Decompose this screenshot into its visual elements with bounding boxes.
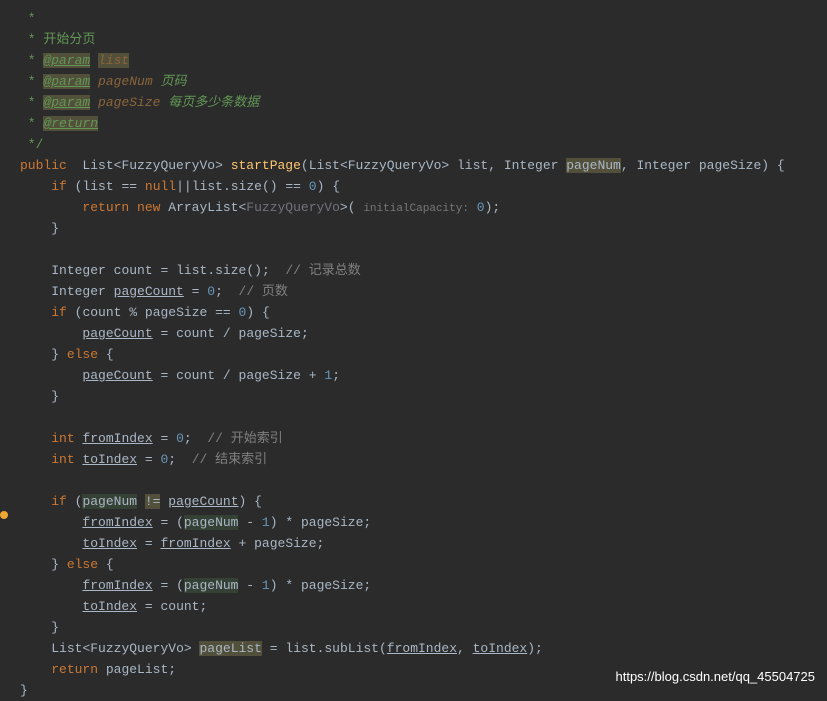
code-line: if (pageNum != pageCount) { (20, 491, 827, 512)
num-zero: 0 (309, 179, 317, 194)
code-line: int toIndex = 0; // 结束索引 (20, 449, 827, 470)
kw-return: return (82, 200, 129, 215)
code-line: int fromIndex = 0; // 开始索引 (20, 428, 827, 449)
doc-param-name: list (98, 53, 129, 68)
code-line: Integer pageCount = 0; // 页数 (20, 281, 827, 302)
comment: // 记录总数 (285, 263, 360, 278)
code-line: } else { (20, 554, 827, 575)
doc-tag-param: @param (43, 53, 90, 68)
blank-line (20, 239, 827, 260)
code-line: fromIndex = (pageNum - 1) * pageSize; (20, 575, 827, 596)
doc-line: * @param list (20, 50, 827, 71)
doc-line: * @param pageSize 每页多少条数据 (20, 92, 827, 113)
doc-star: * (20, 11, 36, 26)
comment: // 开始索引 (207, 431, 282, 446)
doc-tag-param: @param (43, 74, 90, 89)
doc-tag-param: @param (43, 95, 90, 110)
code-line: } (20, 617, 827, 638)
code-line: toIndex = count; (20, 596, 827, 617)
code-line: return new ArrayList<FuzzyQueryVo>( init… (20, 197, 827, 218)
code-line: fromIndex = (pageNum - 1) * pageSize; (20, 512, 827, 533)
call-sublist: subList (324, 641, 379, 656)
type-fuzzy: FuzzyQueryVo (348, 158, 442, 173)
kw-public: public (20, 158, 67, 173)
var-fromindex: fromIndex (82, 431, 152, 446)
type-integer: Integer (504, 158, 559, 173)
doc-line: * (20, 8, 827, 29)
doc-desc: * 开始分页 (20, 32, 95, 47)
doc-line: * @param pageNum 页码 (20, 71, 827, 92)
code-line: Integer count = list.size(); // 记录总数 (20, 260, 827, 281)
doc-param-desc: 页码 (153, 74, 187, 89)
watermark-text: https://blog.csdn.net/qq_45504725 (616, 666, 816, 687)
op-neq: != (145, 494, 161, 509)
comment: // 结束索引 (192, 452, 267, 467)
num-one: 1 (324, 368, 332, 383)
var-pagelist: pageList (199, 641, 261, 656)
doc-param-name: pageSize (98, 95, 160, 110)
code-line: pageCount = count / pageSize + 1; (20, 365, 827, 386)
doc-line: */ (20, 134, 827, 155)
doc-tag-return: @return (43, 116, 98, 131)
kw-new: new (137, 200, 160, 215)
type-fuzzy: FuzzyQueryVo (246, 200, 340, 215)
doc-end: */ (20, 137, 43, 152)
kw-if: if (51, 179, 67, 194)
type-arraylist: ArrayList (168, 200, 238, 215)
var-pagecount: pageCount (114, 284, 184, 299)
param-list: list (457, 158, 488, 173)
doc-param-name: pageNum (98, 74, 153, 89)
method-signature: public List<FuzzyQueryVo> startPage(List… (20, 155, 827, 176)
param-hint: initialCapacity: (363, 203, 469, 215)
kw-null: null (145, 179, 176, 194)
param-pagesize: pageSize (699, 158, 761, 173)
type-list: List (82, 158, 113, 173)
kw-else: else (67, 347, 98, 362)
code-editor[interactable]: * * 开始分页 * @param list * @param pageNum … (0, 0, 827, 701)
gutter-warning-icon[interactable] (0, 511, 8, 519)
kw-int: int (51, 431, 74, 446)
doc-line: * @return (20, 113, 827, 134)
code-line: } else { (20, 344, 827, 365)
comment: // 页数 (239, 284, 288, 299)
type-fuzzy: FuzzyQueryVo (121, 158, 215, 173)
doc-line: * 开始分页 (20, 29, 827, 50)
method-name: startPage (231, 158, 301, 173)
blank-line (20, 407, 827, 428)
code-line: } (20, 386, 827, 407)
code-line: if (list == null||list.size() == 0) { (20, 176, 827, 197)
code-line: } (20, 218, 827, 239)
code-line: pageCount = count / pageSize; (20, 323, 827, 344)
type-integer: Integer (636, 158, 691, 173)
code-line: if (count % pageSize == 0) { (20, 302, 827, 323)
blank-line (20, 470, 827, 491)
type-list: List (309, 158, 340, 173)
var-count: count (114, 263, 153, 278)
code-line: List<FuzzyQueryVo> pageList = list.subLi… (20, 638, 827, 659)
var-toindex: toIndex (82, 452, 137, 467)
code-line: toIndex = fromIndex + pageSize; (20, 533, 827, 554)
param-pagenum: pageNum (566, 158, 621, 173)
doc-param-desc: 每页多少条数据 (168, 95, 259, 110)
